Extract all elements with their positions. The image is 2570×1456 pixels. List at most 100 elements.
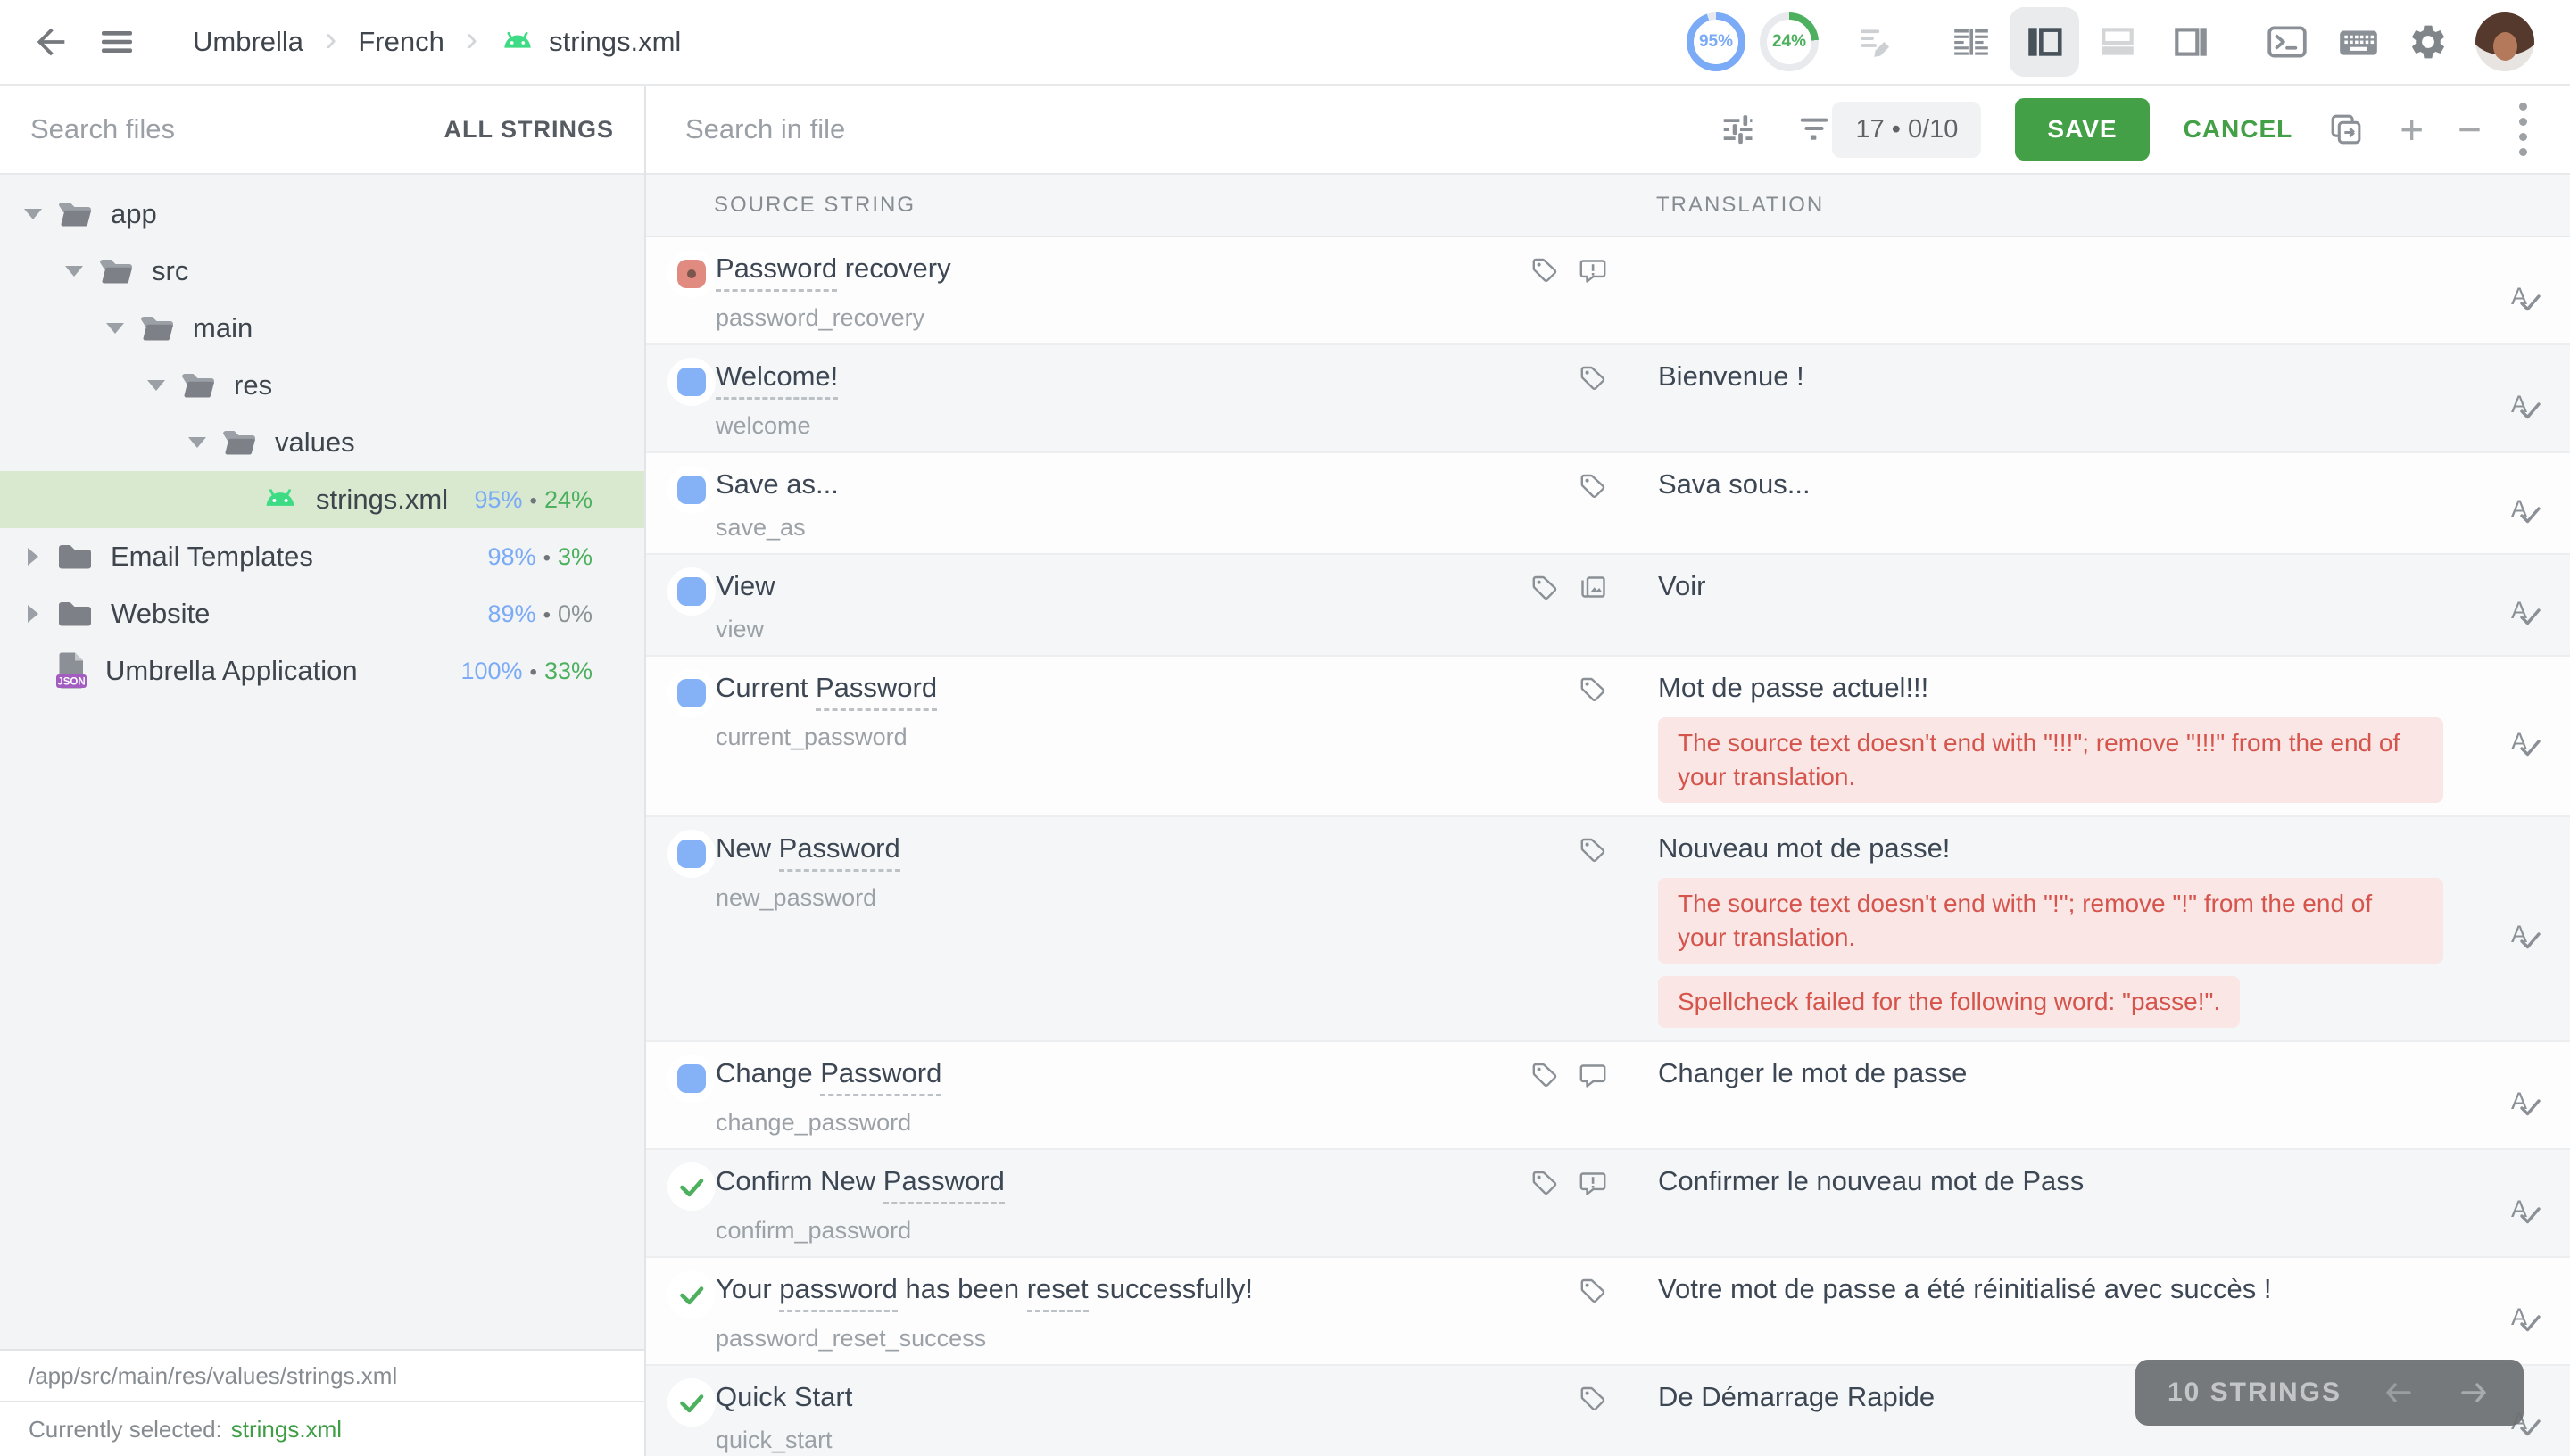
translation-cell[interactable] — [1644, 237, 2477, 343]
tree-item-website[interactable]: Website89%•0% — [0, 585, 644, 642]
tag-icon[interactable] — [1578, 471, 1608, 501]
keyboard-shortcuts-icon[interactable] — [2336, 20, 2381, 64]
breadcrumb-language[interactable]: French — [358, 26, 444, 58]
string-row-new_password[interactable]: New Passwordnew_passwordNouveau mot de p… — [646, 817, 2570, 1042]
screenshot-icon[interactable] — [1578, 573, 1608, 603]
translation-cell[interactable]: Votre mot de passe a été réinitialisé av… — [1644, 1258, 2477, 1364]
currently-selected-file[interactable]: strings.xml — [231, 1416, 342, 1444]
chevron-down-icon[interactable] — [141, 380, 171, 391]
string-row-view[interactable]: ViewviewVoirA — [646, 555, 2570, 657]
chevron-right-icon[interactable] — [18, 548, 48, 566]
glossary-term[interactable]: Password — [779, 831, 900, 872]
string-row-current_password[interactable]: Current Passwordcurrent_passwordMot de p… — [646, 657, 2570, 817]
tag-icon[interactable] — [1578, 674, 1608, 705]
console-icon[interactable] — [2265, 20, 2309, 64]
glossary-term[interactable]: Password — [883, 1164, 1005, 1204]
breadcrumb-project[interactable]: Umbrella — [193, 26, 303, 58]
search-files-input[interactable] — [30, 113, 426, 145]
sort-filter-icon[interactable] — [1796, 112, 1832, 147]
tag-icon[interactable] — [1578, 363, 1608, 393]
chevron-down-icon[interactable] — [182, 437, 212, 448]
string-row-change_password[interactable]: Change Passwordchange_passwordChanger le… — [646, 1042, 2570, 1150]
tag-icon[interactable] — [1530, 255, 1560, 285]
decrease-font-icon[interactable]: − — [2458, 109, 2482, 150]
comment-issue-icon[interactable] — [1578, 255, 1608, 285]
qa-error-message: Spellcheck failed for the following word… — [1658, 976, 2240, 1028]
chevron-down-icon[interactable] — [18, 209, 48, 219]
cancel-button[interactable]: CANCEL — [2184, 115, 2293, 144]
filter-settings-icon[interactable] — [1720, 112, 1755, 147]
translated-progress-ring: 95% — [1687, 12, 1745, 71]
tag-icon[interactable] — [1530, 1060, 1560, 1090]
tree-item-app[interactable]: app — [0, 186, 644, 243]
translation-cell[interactable]: Nouveau mot de passe!The source text doe… — [1644, 817, 2477, 1040]
tree-item-label: main — [193, 312, 253, 344]
translation-cell[interactable]: Mot de passe actuel!!!The source text do… — [1644, 657, 2477, 815]
glossary-term[interactable]: Welcome! — [716, 360, 838, 400]
tree-item-email-templates[interactable]: Email Templates98%•3% — [0, 528, 644, 585]
tree-item-values[interactable]: values — [0, 414, 644, 471]
search-in-file-input[interactable] — [685, 113, 1679, 145]
spellcheck-approve-icon[interactable]: A — [2507, 360, 2541, 451]
source-text-segment: Current — [716, 672, 816, 703]
spellcheck-approve-icon[interactable]: A — [2507, 671, 2541, 815]
file-tree: appsrc main resvaluesstrings.xml95%•24%Ema… — [0, 175, 644, 1349]
chevron-right-icon[interactable] — [18, 605, 48, 623]
translation-cell[interactable]: Changer le mot de passe — [1644, 1042, 2477, 1148]
translation-cell[interactable]: Sava sous... — [1644, 453, 2477, 553]
spellcheck-approve-icon[interactable]: A — [2507, 569, 2541, 655]
spellcheck-approve-icon[interactable]: A — [2507, 1164, 2541, 1256]
tag-icon[interactable] — [1530, 1168, 1560, 1198]
tree-item-main[interactable]: main — [0, 300, 644, 357]
all-strings-button[interactable]: ALL STRINGS — [444, 116, 614, 144]
breadcrumb-file[interactable]: strings.xml — [499, 26, 681, 58]
spellcheck-approve-icon[interactable]: A — [2507, 831, 2541, 1040]
view-mode-top-bottom-button[interactable] — [2083, 7, 2152, 77]
source-string-text: Your password has been reset successfull… — [716, 1272, 1569, 1312]
translation-cell[interactable]: Confirmer le nouveau mot de Pass — [1644, 1150, 2477, 1256]
translation-cell[interactable]: Bienvenue ! — [1644, 345, 2477, 451]
comment-issue-icon[interactable] — [1578, 1168, 1608, 1198]
view-mode-table-button[interactable] — [1936, 7, 2006, 77]
tree-item-umbrella-application[interactable]: JSONUmbrella Application100%•33% — [0, 642, 644, 699]
save-button[interactable]: SAVE — [2015, 98, 2149, 161]
previous-page-icon[interactable] — [2381, 1375, 2417, 1410]
spellcheck-approve-icon[interactable]: A — [2507, 1272, 2541, 1364]
draft-notes-icon[interactable] — [1856, 21, 1897, 62]
translation-cell[interactable]: Voir — [1644, 555, 2477, 655]
tree-item-strings-xml[interactable]: strings.xml95%•24% — [0, 471, 644, 528]
string-row-save_as[interactable]: Save as...save_asSava sous...A — [646, 453, 2570, 555]
spellcheck-approve-icon[interactable]: A — [2507, 252, 2541, 343]
tag-icon[interactable] — [1578, 1276, 1608, 1306]
glossary-term[interactable]: Password — [716, 252, 837, 292]
string-row-password_recovery[interactable]: Password recoverypassword_recoveryA — [646, 237, 2570, 345]
next-page-icon[interactable] — [2456, 1375, 2491, 1410]
glossary-term[interactable]: Password — [820, 1056, 941, 1096]
chevron-down-icon[interactable] — [59, 266, 89, 277]
copy-source-icon[interactable] — [2326, 110, 2366, 149]
more-options-icon[interactable] — [2516, 99, 2531, 160]
glossary-term[interactable]: Password — [816, 671, 937, 711]
tag-icon[interactable] — [1530, 573, 1560, 603]
glossary-term[interactable]: password — [779, 1272, 898, 1312]
glossary-term[interactable]: reset — [1027, 1272, 1089, 1312]
comment-icon[interactable] — [1578, 1060, 1608, 1090]
tag-icon[interactable] — [1578, 1384, 1608, 1414]
back-icon[interactable] — [30, 21, 71, 62]
sidebar-header: ALL STRINGS — [0, 86, 644, 175]
string-row-confirm_password[interactable]: Confirm New Passwordconfirm_passwordConf… — [646, 1150, 2570, 1258]
string-row-welcome[interactable]: Welcome!welcomeBienvenue !A — [646, 345, 2570, 453]
tag-icon[interactable] — [1578, 835, 1608, 865]
settings-gear-icon[interactable] — [2408, 21, 2449, 62]
increase-font-icon[interactable]: + — [2400, 109, 2424, 150]
menu-icon[interactable] — [96, 21, 137, 62]
user-avatar[interactable] — [2475, 12, 2534, 71]
chevron-down-icon[interactable] — [100, 323, 130, 334]
tree-item-res[interactable]: res — [0, 357, 644, 414]
view-mode-side-by-side-button[interactable] — [2010, 7, 2079, 77]
tree-item-src[interactable]: src — [0, 243, 644, 300]
string-row-password_reset_success[interactable]: Your password has been reset successfull… — [646, 1258, 2570, 1366]
view-mode-right-panel-button[interactable] — [2156, 7, 2226, 77]
spellcheck-approve-icon[interactable]: A — [2507, 467, 2541, 553]
spellcheck-approve-icon[interactable]: A — [2507, 1056, 2541, 1148]
